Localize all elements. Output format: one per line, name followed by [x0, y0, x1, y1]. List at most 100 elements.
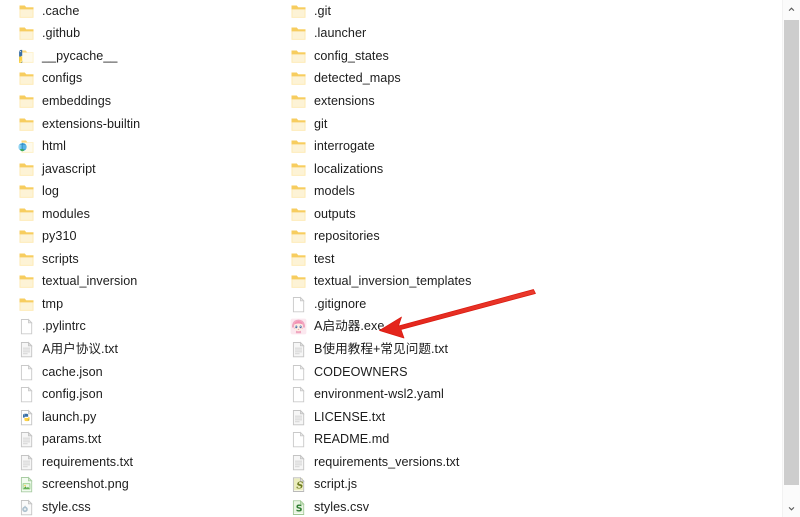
file-list-pane[interactable]: .cache .github __pycache__ configs embed… — [0, 0, 782, 517]
file-list-item[interactable]: environment-wsl2.yaml — [284, 383, 584, 406]
file-list-item[interactable]: screenshot.png — [12, 473, 280, 496]
file-list-item[interactable]: .gitignore — [284, 293, 584, 316]
folder-icon — [291, 95, 306, 108]
file-list-item[interactable]: LICENSE.txt — [284, 406, 584, 429]
folder-icon — [18, 273, 35, 290]
file-blank-icon — [290, 296, 307, 313]
file-name-label: embeddings — [42, 93, 112, 108]
folder-icon — [291, 275, 306, 288]
file-list-item[interactable]: requirements.txt — [12, 451, 280, 474]
vertical-scrollbar[interactable] — [782, 0, 800, 517]
file-name-label: .gitignore — [314, 296, 367, 311]
file-list-item[interactable]: config.json — [12, 383, 280, 406]
file-blank-icon — [20, 386, 33, 403]
file-image-icon — [20, 476, 33, 493]
file-list-item[interactable]: __pycache__ — [12, 45, 280, 68]
folder-icon — [291, 5, 306, 18]
file-list-item[interactable]: javascript — [12, 158, 280, 181]
folder-html-icon — [18, 138, 35, 155]
folder-icon — [290, 93, 307, 110]
file-name-label: scripts — [42, 251, 79, 266]
file-list-item[interactable]: .github — [12, 23, 280, 46]
folder-icon — [291, 253, 306, 266]
file-list-item[interactable]: scripts — [12, 248, 280, 271]
file-list-item[interactable]: outputs — [284, 203, 584, 226]
file-list-item[interactable]: git — [284, 113, 584, 136]
file-list-item[interactable]: extensions — [284, 90, 584, 113]
scroll-down-button[interactable] — [783, 499, 800, 517]
file-list-item[interactable]: config_states — [284, 45, 584, 68]
file-list-item[interactable]: .pylintrc — [12, 316, 280, 339]
file-list-item[interactable]: S styles.csv — [284, 496, 584, 517]
file-name-label: repositories — [314, 229, 380, 244]
file-text-icon — [292, 454, 305, 470]
scroll-up-button[interactable] — [783, 0, 800, 18]
file-name-label: requirements.txt — [42, 454, 134, 469]
file-list-item[interactable]: embeddings — [12, 90, 280, 113]
folder-icon — [19, 253, 34, 266]
file-list-item[interactable]: modules — [12, 203, 280, 226]
file-list-item[interactable]: cache.json — [12, 361, 280, 384]
app-anime-icon — [290, 318, 307, 335]
file-list-item[interactable]: test — [284, 248, 584, 271]
folder-icon — [19, 27, 34, 40]
file-name-label: git — [314, 116, 328, 131]
folder-icon — [19, 118, 34, 131]
file-list-item[interactable]: CODEOWNERS — [284, 361, 584, 384]
file-list-item[interactable]: html — [12, 135, 280, 158]
file-list-item[interactable]: params.txt — [12, 428, 280, 451]
file-list-item[interactable]: detected_maps — [284, 68, 584, 91]
folder-icon — [18, 228, 35, 245]
file-text-icon — [290, 341, 307, 358]
file-list-item[interactable]: B使用教程+常见问题.txt — [284, 338, 584, 361]
chevron-down-icon — [788, 506, 795, 511]
file-name-label: cache.json — [42, 364, 103, 379]
file-list-item[interactable]: models — [284, 180, 584, 203]
file-name-label: .launcher — [314, 26, 367, 41]
file-blank-icon — [292, 431, 305, 448]
file-name-label: styles.csv — [314, 499, 370, 514]
file-list-item[interactable]: launch.py — [12, 406, 280, 429]
folder-icon — [291, 50, 306, 63]
file-list-item[interactable]: extensions-builtin — [12, 113, 280, 136]
folder-icon — [291, 140, 306, 153]
folder-icon — [19, 185, 34, 198]
file-blank-icon — [18, 386, 35, 403]
file-list-item[interactable]: README.md — [284, 428, 584, 451]
file-name-label: screenshot.png — [42, 477, 129, 492]
file-list-item[interactable]: configs — [12, 68, 280, 91]
file-blank-icon — [18, 364, 35, 381]
file-csv-icon: S — [290, 499, 307, 516]
file-list-item[interactable]: log — [12, 180, 280, 203]
file-list-item[interactable]: A用户协议.txt — [12, 338, 280, 361]
file-name-label: requirements_versions.txt — [314, 454, 460, 469]
folder-icon — [291, 185, 306, 198]
file-list-item[interactable]: textual_inversion_templates — [284, 271, 584, 294]
file-list-item[interactable]: requirements_versions.txt — [284, 451, 584, 474]
file-list-item[interactable]: S script.js — [284, 473, 584, 496]
folder-icon — [18, 251, 35, 268]
file-blank-icon — [292, 386, 305, 403]
file-list-item[interactable]: .launcher — [284, 23, 584, 46]
file-list-item[interactable]: repositories — [284, 225, 584, 248]
file-list-item[interactable]: tmp — [12, 293, 280, 316]
folder-html-icon — [18, 140, 34, 153]
file-list-item[interactable]: style.css — [12, 496, 280, 517]
file-list-item[interactable]: A启动器.exe — [284, 316, 584, 339]
file-text-icon — [20, 454, 33, 470]
folder-icon — [290, 3, 307, 20]
folder-icon — [18, 116, 35, 133]
file-list-item[interactable]: localizations — [284, 158, 584, 181]
folder-icon — [19, 298, 34, 311]
file-list-item[interactable]: py310 — [12, 225, 280, 248]
file-list-item[interactable]: textual_inversion — [12, 271, 280, 294]
file-list-item[interactable]: .git — [284, 0, 584, 23]
file-blank-icon — [20, 364, 33, 380]
file-list-item[interactable]: .cache — [12, 0, 280, 23]
file-list-item[interactable]: interrogate — [284, 135, 584, 158]
folder-icon — [291, 163, 306, 176]
file-name-label: .github — [42, 26, 81, 41]
folder-icon — [290, 206, 307, 223]
folder-icon — [290, 25, 307, 42]
scrollbar-thumb[interactable] — [784, 20, 799, 485]
